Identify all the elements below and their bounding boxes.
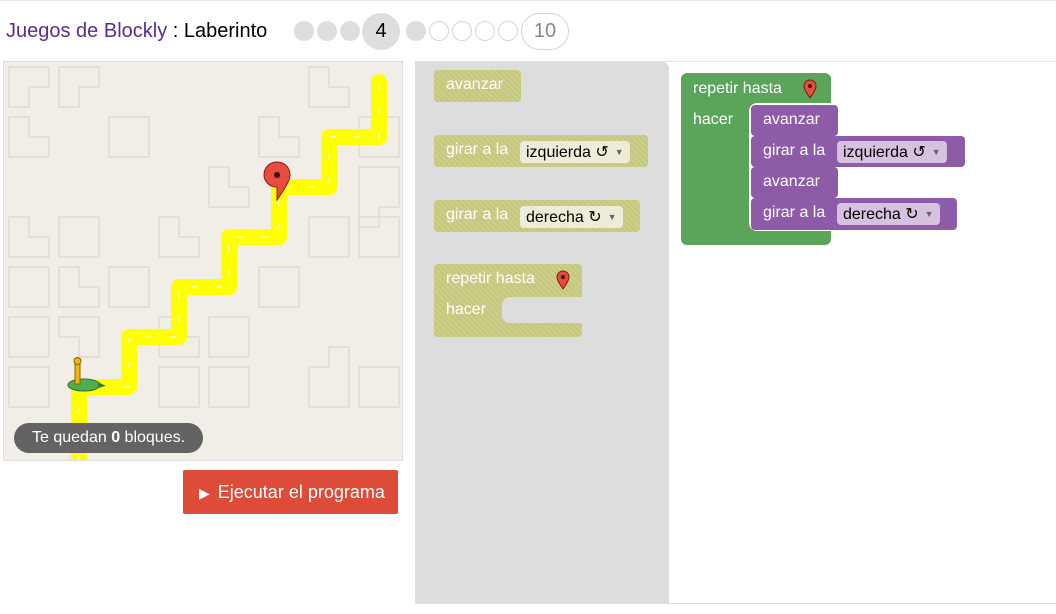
level-1-dot[interactable]: [294, 21, 314, 41]
dropdown-value: izquierda ↺: [843, 144, 926, 161]
blocks-remaining-bubble: Te quedan 0 bloques.: [14, 423, 204, 453]
current-level-indicator[interactable]: 4: [362, 13, 400, 50]
dropdown-arrow-icon: ▼: [931, 147, 941, 157]
direction-dropdown[interactable]: izquierda ↺ ▼: [520, 141, 630, 163]
capacity-prefix: Te quedan: [32, 429, 112, 446]
block-label: girar a la: [446, 206, 509, 223]
block-label: girar a la: [763, 204, 826, 221]
play-icon: ▶: [199, 485, 210, 501]
level-9-dot[interactable]: [498, 21, 518, 41]
turn-right-block[interactable]: girar a la derecha ↻ ▼: [751, 198, 957, 230]
maze-canvas: Te quedan 0 bloques.: [3, 61, 403, 461]
level-2-dot[interactable]: [317, 21, 337, 41]
block-label: avanzar: [763, 111, 820, 128]
level-6-dot[interactable]: [429, 21, 449, 41]
block-label: girar a la: [763, 142, 826, 159]
block-label: repetir hasta: [693, 80, 782, 97]
direction-dropdown[interactable]: derecha ↻ ▼: [837, 203, 940, 225]
goal-marker-icon: [556, 270, 570, 290]
block-label: repetir hasta: [446, 270, 535, 287]
dropdown-arrow-icon: ▼: [924, 209, 934, 219]
toolbox-repeat-until-block[interactable]: repetir hasta hacer: [434, 264, 582, 337]
toolbox-turn-right-block[interactable]: girar a la derecha ↻ ▼: [434, 200, 640, 232]
toolbox-turn-left-block[interactable]: girar a la izquierda ↺ ▼: [434, 135, 648, 167]
direction-dropdown[interactable]: izquierda ↺ ▼: [837, 141, 947, 163]
dropdown-arrow-icon: ▼: [614, 147, 624, 157]
maze-drawing: [8, 66, 400, 460]
turn-left-block[interactable]: girar a la izquierda ↺ ▼: [751, 136, 965, 167]
move-forward-block[interactable]: avanzar: [751, 167, 838, 198]
capacity-count: 0: [111, 429, 121, 446]
dropdown-value: derecha ↻: [843, 206, 919, 223]
blockly-toolbox: avanzar girar a la izquierda ↺ ▼ girar a …: [415, 61, 669, 604]
direction-dropdown[interactable]: derecha ↻ ▼: [520, 206, 623, 228]
block-label: avanzar: [446, 76, 503, 93]
level-5-dot[interactable]: [406, 21, 426, 41]
last-level-indicator[interactable]: 10: [521, 13, 569, 50]
level-3-dot[interactable]: [340, 21, 360, 41]
blockly-games-link[interactable]: Juegos de Blockly: [6, 20, 167, 42]
dropdown-arrow-icon: ▼: [607, 212, 617, 222]
dropdown-value: izquierda ↺: [526, 144, 609, 161]
level-8-dot[interactable]: [475, 21, 495, 41]
page-title: Juegos de Blockly : Laberinto: [6, 20, 267, 43]
maze-wall-tiles: [8, 66, 400, 408]
toolbox-move-forward-block[interactable]: avanzar: [434, 70, 521, 102]
dropdown-value: derecha ↻: [526, 209, 602, 226]
goal-marker-icon: [803, 79, 817, 99]
do-label: hacer: [693, 111, 734, 128]
block-label: girar a la: [446, 141, 509, 158]
level-7-dot[interactable]: [452, 21, 472, 41]
capacity-suffix: bloques.: [120, 429, 186, 446]
run-program-button[interactable]: ▶ Ejecutar el programa: [183, 470, 398, 514]
game-name: Laberinto: [183, 20, 268, 42]
header: Juegos de Blockly : Laberinto 4 10: [0, 0, 1056, 62]
block-label: avanzar: [763, 173, 820, 190]
statement-slot: [502, 297, 582, 323]
run-program-label: Ejecutar el programa: [217, 482, 385, 502]
do-label: hacer: [446, 301, 487, 318]
move-forward-block[interactable]: avanzar: [751, 105, 838, 136]
pegman-icon: [67, 357, 106, 392]
title-separator: :: [167, 20, 184, 42]
